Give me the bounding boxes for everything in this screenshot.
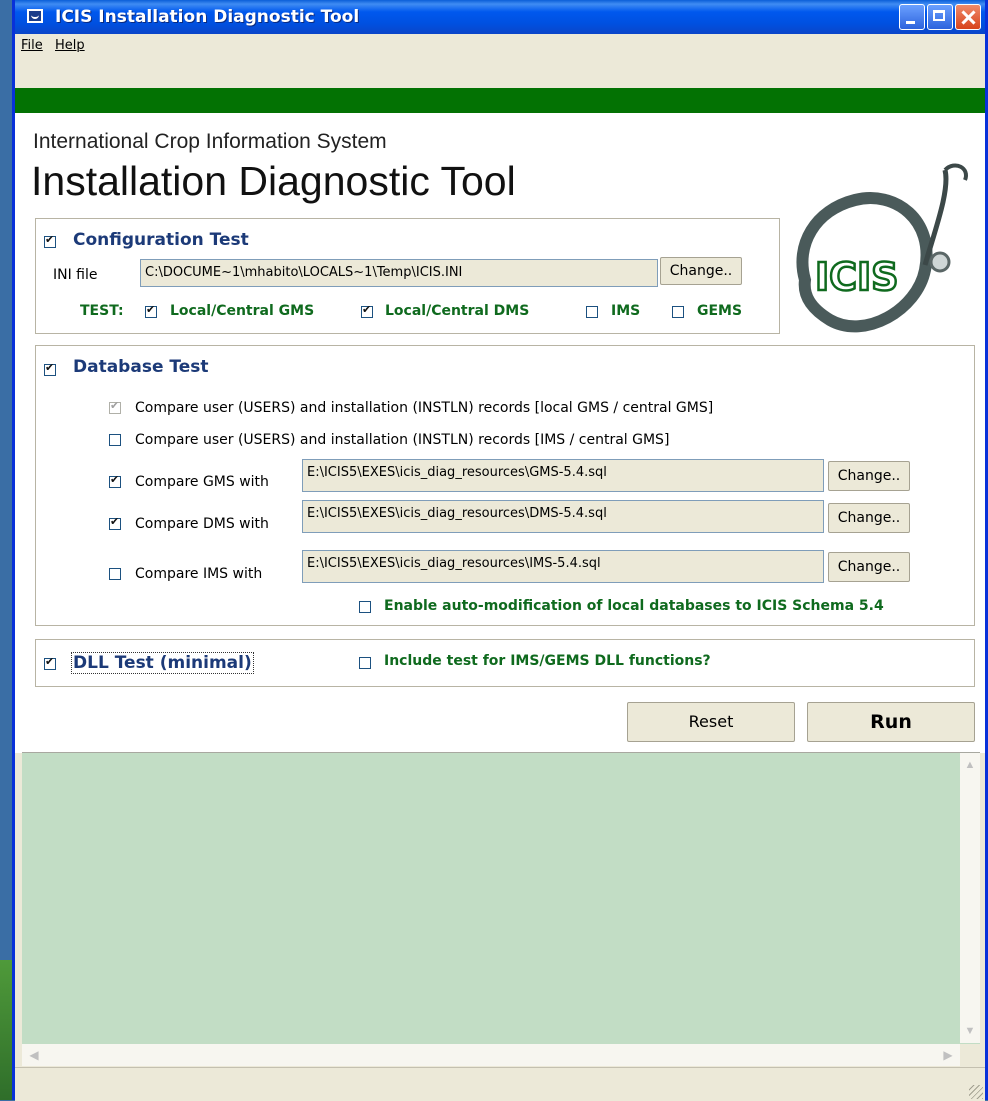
dms-change-button[interactable]: Change.. (828, 503, 910, 533)
ims-sql-path[interactable]: E:\ICIS5\EXES\icis_diag_resources\IMS-5.… (302, 550, 824, 583)
app-window: ICIS Installation Diagnostic Tool File H… (12, 0, 988, 1101)
close-button[interactable] (955, 4, 981, 30)
local-central-dms-checkbox[interactable] (361, 303, 373, 318)
vertical-scrollbar[interactable]: ▲ ▼ (960, 753, 980, 1043)
database-test-checkbox[interactable] (44, 361, 56, 376)
scroll-down-icon[interactable]: ▼ (960, 1021, 980, 1041)
gems-label: GEMS (697, 303, 743, 319)
reset-button[interactable]: Reset (627, 702, 795, 742)
gms-change-button[interactable]: Change.. (828, 461, 910, 491)
compare-local-gms-label: Compare user (USERS) and installation (I… (135, 400, 714, 416)
minimize-button[interactable] (899, 4, 925, 30)
compare-ims-central-label: Compare user (USERS) and installation (I… (135, 432, 670, 448)
local-central-gms-label: Local/Central GMS (170, 303, 315, 319)
compare-ims-file-checkbox[interactable] (109, 568, 121, 580)
ims-checkbox[interactable] (586, 306, 598, 318)
scroll-left-icon[interactable]: ◀ (24, 1044, 44, 1066)
menu-bar: File Help (15, 34, 985, 56)
dll-test-checkbox[interactable] (44, 655, 56, 670)
dms-sql-path[interactable]: E:\ICIS5\EXES\icis_diag_resources\DMS-5.… (302, 500, 824, 533)
dll-test-group: DLL Test (minimal) Include test for IMS/… (35, 639, 975, 687)
logo-text: ICIS (815, 255, 899, 299)
auto-modification-label: Enable auto-modification of local databa… (384, 598, 884, 614)
scrollbar-corner (960, 1044, 980, 1066)
scroll-right-icon[interactable]: ▶ (938, 1044, 958, 1066)
compare-gms-label: Compare GMS with (135, 474, 269, 490)
database-test-group: Database Test Compare user (USERS) and i… (35, 345, 975, 626)
include-dll-functions-label: Include test for IMS/GEMS DLL functions? (384, 653, 711, 669)
banner-bar (15, 88, 985, 113)
title-bar[interactable]: ICIS Installation Diagnostic Tool (15, 0, 985, 34)
run-button[interactable]: Run (807, 702, 975, 742)
compare-dms-label: Compare DMS with (135, 516, 269, 532)
gms-sql-path[interactable]: E:\ICIS5\EXES\icis_diag_resources\GMS-5.… (302, 459, 824, 492)
ini-change-button[interactable]: Change.. (660, 257, 742, 285)
page-subtitle: International Crop Information System (33, 130, 387, 153)
include-dll-functions-checkbox[interactable] (359, 657, 371, 669)
auto-modification-checkbox[interactable] (359, 601, 371, 613)
local-central-gms-checkbox[interactable] (145, 303, 157, 318)
horizontal-scrollbar[interactable]: ◀ ▶ (22, 1044, 960, 1066)
ini-file-path[interactable]: C:\DOCUME~1\mhabito\LOCALS~1\Temp\ICIS.I… (140, 259, 658, 287)
ims-label: IMS (611, 303, 641, 319)
local-central-dms-label: Local/Central DMS (385, 303, 530, 319)
status-bar (15, 1067, 985, 1101)
configuration-test-title: Configuration Test (73, 230, 249, 250)
compare-ims-central-checkbox[interactable] (109, 434, 121, 446)
gems-checkbox[interactable] (672, 306, 684, 318)
database-test-title: Database Test (73, 357, 209, 377)
compare-dms-checkbox[interactable] (109, 515, 121, 530)
icis-stethoscope-logo: ICIS (796, 163, 968, 333)
compare-local-gms-checkbox[interactable] (109, 399, 121, 414)
configuration-test-checkbox[interactable] (44, 233, 56, 248)
dll-test-title: DLL Test (minimal) (71, 652, 254, 674)
menu-help[interactable]: Help (55, 38, 85, 53)
window-title: ICIS Installation Diagnostic Tool (55, 7, 360, 27)
scroll-up-icon[interactable]: ▲ (960, 755, 980, 775)
maximize-button[interactable] (927, 4, 953, 30)
configuration-test-group: Configuration Test INI file C:\DOCUME~1\… (35, 218, 780, 334)
menu-file[interactable]: File (21, 38, 43, 53)
resize-grip-icon[interactable] (969, 1085, 983, 1099)
test-label: TEST: (80, 303, 124, 319)
ini-file-label: INI file (53, 267, 98, 283)
ims-change-button[interactable]: Change.. (828, 552, 910, 582)
compare-ims-file-label: Compare IMS with (135, 566, 263, 582)
output-log[interactable]: ▲ ▼ ◀ ▶ (22, 752, 980, 1066)
app-icon (27, 9, 43, 23)
page-title: Installation Diagnostic Tool (31, 158, 516, 204)
compare-gms-checkbox[interactable] (109, 473, 121, 488)
